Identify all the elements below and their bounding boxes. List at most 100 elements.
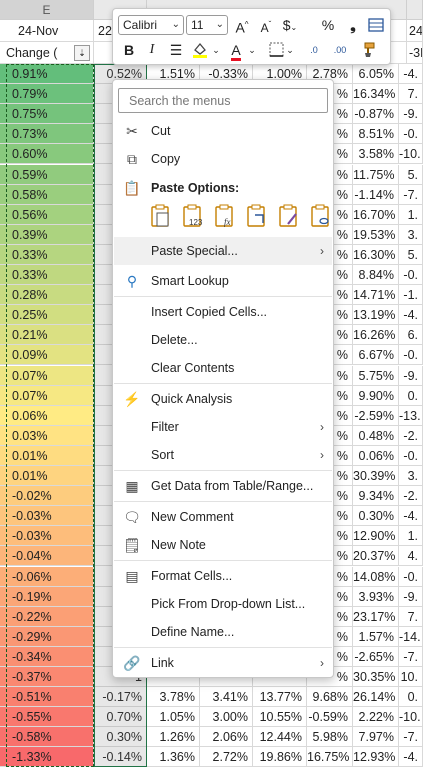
menu-item-clear-contents[interactable]: Clear Contents xyxy=(114,354,332,382)
cell-k[interactable]: 13.19% xyxy=(353,305,399,326)
grow-font-button[interactable]: A^ xyxy=(231,14,253,36)
cell-l[interactable]: 7. xyxy=(399,84,423,105)
paste-formulas-icon[interactable]: fx xyxy=(213,204,239,232)
header-date-last[interactable]: 24- xyxy=(407,20,423,42)
font-size-dropdown[interactable]: 11 ⌄ xyxy=(186,15,228,35)
cell-l[interactable]: -1. xyxy=(399,285,423,306)
font-color-dropdown[interactable]: ⌄ xyxy=(247,39,257,61)
cell-k[interactable]: 7.97% xyxy=(353,727,399,748)
cell-k[interactable]: 23.17% xyxy=(353,606,399,627)
cell-k[interactable]: 30.35% xyxy=(353,667,399,688)
cell-k[interactable]: 0.30% xyxy=(353,506,399,527)
cell-l[interactable]: -0. xyxy=(399,265,423,286)
menu-item-new-note[interactable]: 🗒 New Note xyxy=(114,531,332,559)
cell-g[interactable]: 1.05% xyxy=(147,707,200,728)
filter-dropdown-icon[interactable]: ⇣ xyxy=(74,45,90,61)
cell-k[interactable]: 0.06% xyxy=(353,445,399,466)
cell-k[interactable]: 12.93% xyxy=(353,747,399,768)
cell-change[interactable]: 0.58% xyxy=(0,184,94,205)
cell-change[interactable]: 0.33% xyxy=(0,265,94,286)
menu-item-pick-from-list[interactable]: Pick From Drop-down List... xyxy=(114,590,332,618)
header-change-e[interactable]: Change ( ⇣ xyxy=(0,42,94,64)
cell-change[interactable]: 0.01% xyxy=(0,445,94,466)
paste-formatting-icon[interactable] xyxy=(277,204,303,232)
borders-dropdown[interactable]: ⌄ xyxy=(285,39,295,61)
cell-change[interactable]: 0.25% xyxy=(0,305,94,326)
cell-h[interactable]: 2.06% xyxy=(200,727,253,748)
cell-change[interactable]: -0.19% xyxy=(0,586,94,607)
menu-item-paste-special[interactable]: Paste Special... › xyxy=(114,237,332,265)
cell-k[interactable]: 8.84% xyxy=(353,265,399,286)
menu-item-copy[interactable]: ⧉ Copy xyxy=(114,145,332,173)
cell-change[interactable]: 0.73% xyxy=(0,124,94,145)
increase-decimal-button[interactable]: .0 xyxy=(303,39,325,61)
cell-change[interactable]: 0.39% xyxy=(0,224,94,245)
cell-l[interactable]: -9. xyxy=(399,104,423,125)
cell-k[interactable]: 8.51% xyxy=(353,124,399,145)
cell-change[interactable]: 0.01% xyxy=(0,466,94,487)
menu-item-insert-copied-cells[interactable]: Insert Copied Cells... xyxy=(114,298,332,326)
cell-k[interactable]: 1.57% xyxy=(353,626,399,647)
menu-item-smart-lookup[interactable]: ⚲ Smart Lookup xyxy=(114,267,332,295)
cell-l[interactable]: -2. xyxy=(399,425,423,446)
menu-search-input[interactable] xyxy=(118,88,328,113)
borders-button[interactable] xyxy=(265,39,287,61)
cell-g[interactable]: 1.26% xyxy=(147,727,200,748)
cell-k[interactable]: 6.05% xyxy=(353,64,399,85)
cell-k[interactable]: 11.75% xyxy=(353,164,399,185)
cell-l[interactable]: -4. xyxy=(399,747,423,768)
cell-k[interactable]: 9.34% xyxy=(353,486,399,507)
cell-change[interactable]: 0.79% xyxy=(0,84,94,105)
bold-button[interactable]: B xyxy=(118,39,140,61)
paste-values-icon[interactable]: 123 xyxy=(181,204,207,232)
cell-k[interactable]: 0.48% xyxy=(353,425,399,446)
cell-i[interactable]: 13.77% xyxy=(253,687,307,708)
menu-item-cut[interactable]: ✂ Cut xyxy=(114,117,332,145)
cell-i[interactable]: 10.55% xyxy=(253,707,307,728)
cell-h[interactable]: 2.72% xyxy=(200,747,253,768)
cell-k[interactable]: 16.34% xyxy=(353,84,399,105)
cell-l[interactable]: -9. xyxy=(399,365,423,386)
header-change-last[interactable]: -3M xyxy=(407,42,423,64)
cell-l[interactable]: -7. xyxy=(399,727,423,748)
menu-item-format-cells[interactable]: ▤ Format Cells... xyxy=(114,562,332,590)
cell-l[interactable]: -0. xyxy=(399,124,423,145)
cell-i[interactable]: 12.44% xyxy=(253,727,307,748)
cell-change[interactable]: 0.56% xyxy=(0,204,94,225)
cell-change[interactable]: -0.51% xyxy=(0,687,94,708)
font-name-dropdown[interactable]: Calibri ⌄ xyxy=(118,15,184,35)
menu-item-link[interactable]: 🔗 Link › xyxy=(114,649,332,677)
paste-transpose-icon[interactable] xyxy=(245,204,271,232)
cell-f[interactable]: -0.14% xyxy=(94,747,147,768)
cell-change[interactable]: -0.22% xyxy=(0,606,94,627)
cell-l[interactable]: -4. xyxy=(399,305,423,326)
cell-k[interactable]: 16.30% xyxy=(353,244,399,265)
cell-change[interactable]: -0.04% xyxy=(0,546,94,567)
shrink-font-button[interactable]: Aˇ xyxy=(255,14,277,36)
cell-l[interactable]: 6. xyxy=(399,325,423,346)
cell-change[interactable]: 0.33% xyxy=(0,244,94,265)
cell-l[interactable]: -9. xyxy=(399,586,423,607)
cell-f[interactable]: -0.17% xyxy=(94,687,147,708)
cell-k[interactable]: -1.14% xyxy=(353,184,399,205)
cell-h[interactable]: 3.41% xyxy=(200,687,253,708)
cell-l[interactable]: 5. xyxy=(399,164,423,185)
menu-item-get-data[interactable]: ▦ Get Data from Table/Range... xyxy=(114,472,332,500)
cell-h[interactable]: 3.00% xyxy=(200,707,253,728)
cell-change[interactable]: -0.03% xyxy=(0,506,94,527)
cell-l[interactable]: 3. xyxy=(399,466,423,487)
italic-button[interactable]: I xyxy=(141,39,163,61)
cell-change[interactable]: 0.09% xyxy=(0,345,94,366)
cell-k[interactable]: 14.71% xyxy=(353,285,399,306)
cell-l[interactable]: 3. xyxy=(399,224,423,245)
cell-k[interactable]: 12.90% xyxy=(353,526,399,547)
cell-j[interactable]: 9.68% xyxy=(307,687,353,708)
font-color-button[interactable]: A xyxy=(225,39,247,61)
cell-change[interactable]: 0.59% xyxy=(0,164,94,185)
format-table-button[interactable] xyxy=(365,14,387,36)
menu-item-new-comment[interactable]: 🗨 New Comment xyxy=(114,503,332,531)
cell-l[interactable]: -10. xyxy=(399,707,423,728)
cell-k[interactable]: -2.65% xyxy=(353,646,399,667)
cell-k[interactable]: 14.08% xyxy=(353,566,399,587)
cell-f[interactable]: 0.70% xyxy=(94,707,147,728)
